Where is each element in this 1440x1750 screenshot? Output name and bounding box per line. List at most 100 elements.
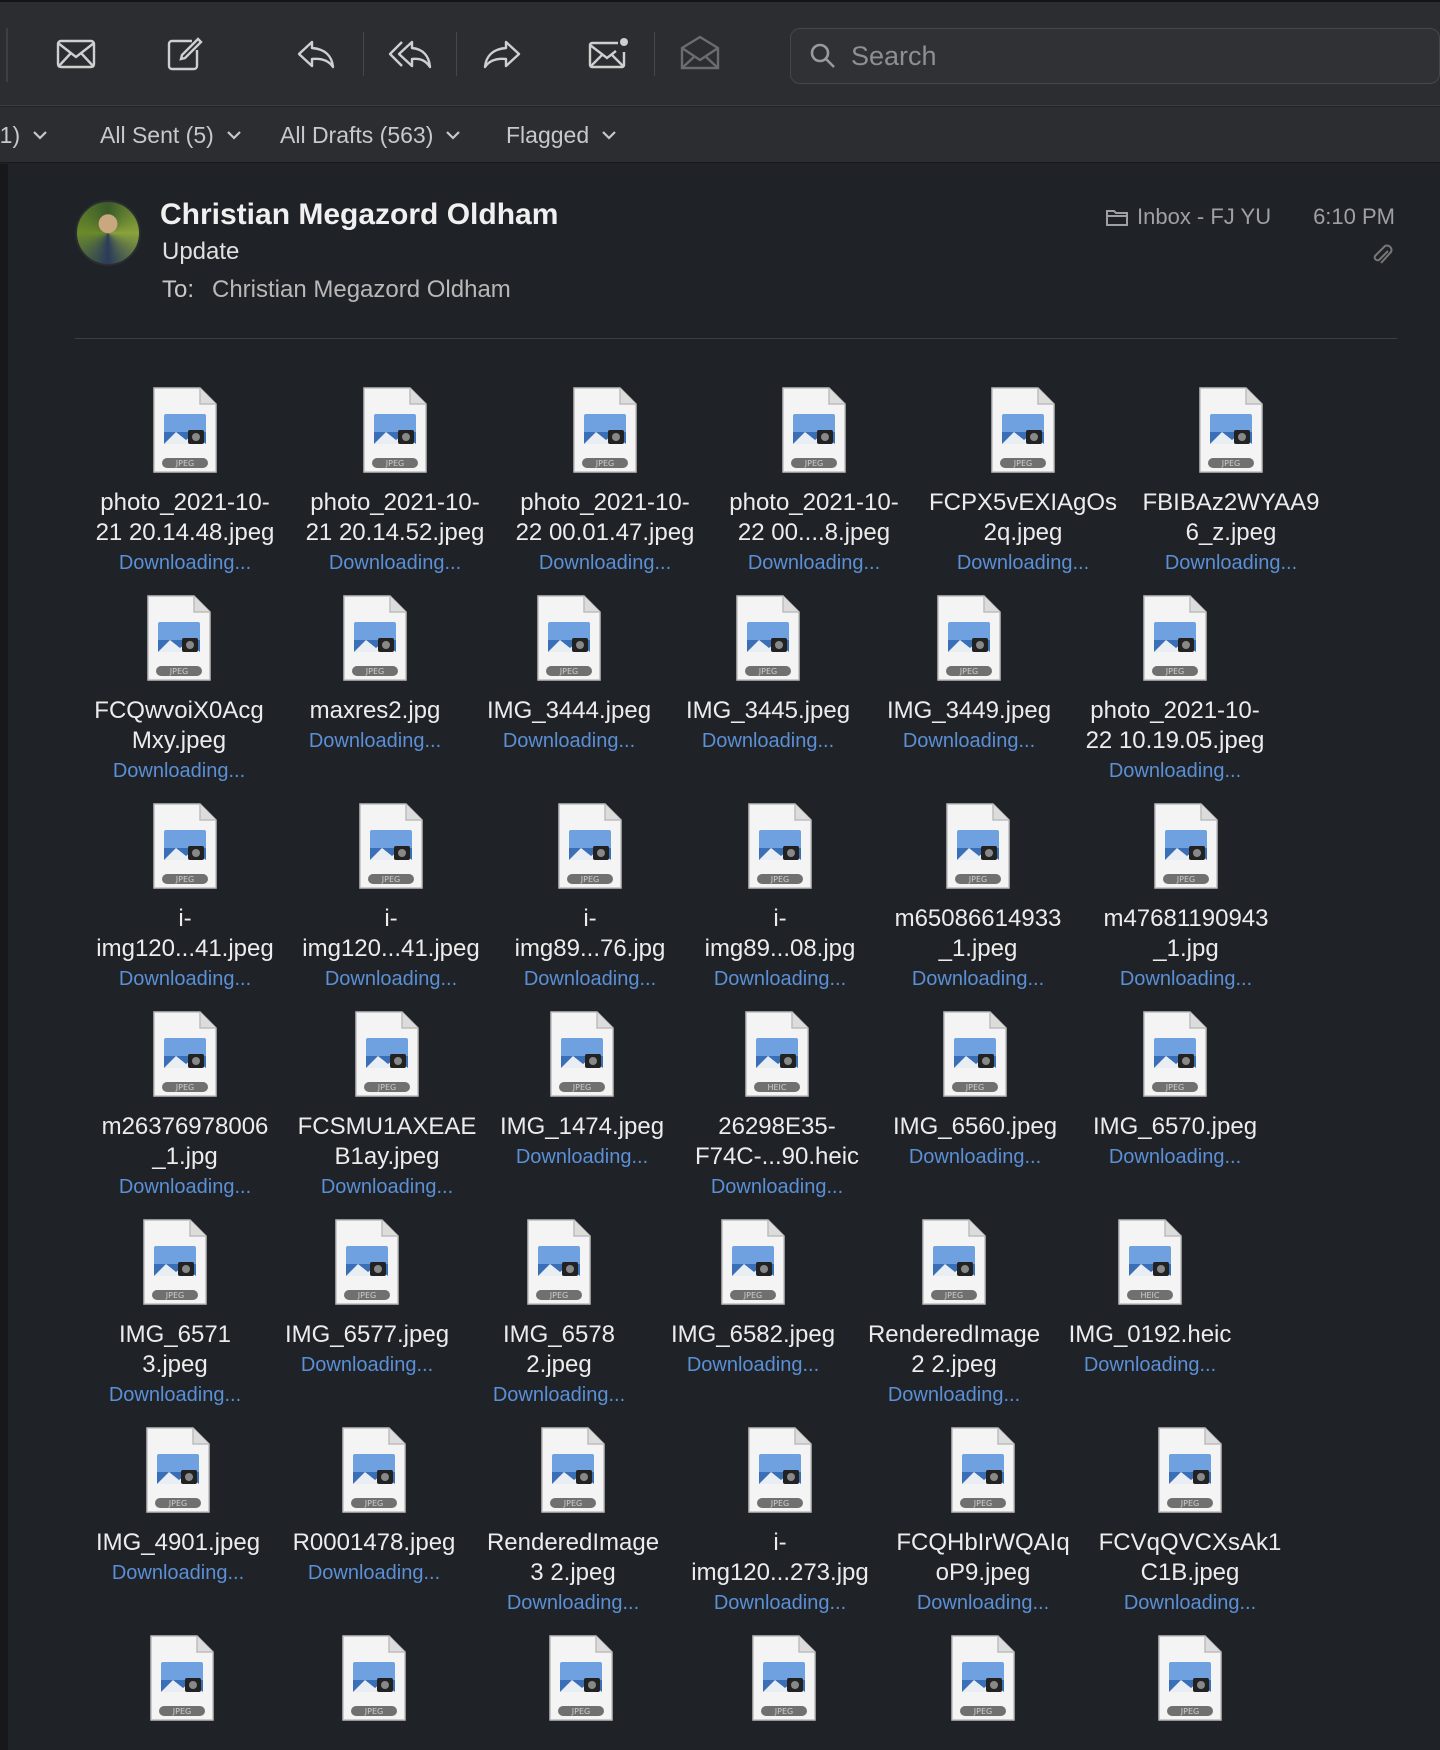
download-status: Downloading...: [492, 1384, 626, 1406]
svg-text:JPEG: JPEG: [381, 875, 400, 884]
attachment-item[interactable]: JPEG i- img89...08.jpg Downloading...: [670, 802, 890, 994]
attachment-item[interactable]: JPEG i- img120...41.jpeg Downloading...: [281, 802, 501, 994]
search-field[interactable]: [790, 28, 1440, 84]
attachment-item[interactable]: JPEG FCQHbIrWQAIq oP9.jpeg Downloading...: [873, 1426, 1093, 1618]
download-status: Downloading...: [300, 1354, 434, 1376]
download-status: Downloading...: [701, 730, 835, 752]
reply-button[interactable]: [288, 28, 344, 80]
image-file-icon: JPEG: [339, 1426, 409, 1514]
attachment-filename: m26376978006 _1.jpg: [101, 1113, 269, 1170]
download-status: Downloading...: [523, 968, 657, 990]
image-file-icon: JPEG: [940, 1010, 1010, 1098]
image-file-icon: JPEG: [332, 1218, 402, 1306]
download-status: Downloading...: [908, 1146, 1042, 1168]
favorite-all-drafts[interactable]: All Drafts (563): [280, 117, 461, 153]
attachment-item[interactable]: JPEG FBIBAz2WYAA9 6_z.jpeg Downloading...: [1121, 386, 1341, 578]
attachment-filename: IMG_6578 2.jpeg: [502, 1321, 616, 1378]
download-status: Downloading...: [118, 552, 252, 574]
attachment-item[interactable]: JPEG IMG_6577.jpeg Downloading...: [257, 1218, 477, 1380]
attachment-item[interactable]: JPEG IMG_6570.jpeg Downloading...: [1065, 1010, 1285, 1172]
attachment-item[interactable]: JPEG i- img120...273.jpg Downloading...: [670, 1426, 890, 1618]
image-file-icon: HEIC: [1115, 1218, 1185, 1306]
mark-unread-button[interactable]: [580, 28, 636, 80]
attachment-item[interactable]: JPEG IMG_6560.jpeg Downloading...: [865, 1010, 1085, 1172]
attachment-item[interactable]: JPEG photo_2021-10- 22 00....8.jpeg Downlo…: [704, 386, 924, 578]
favorite-flagged[interactable]: Flagged: [506, 117, 617, 153]
attachment-filename: IMG_0192.heic: [1068, 1321, 1232, 1348]
download-status: Downloading...: [324, 968, 458, 990]
svg-text:JPEG: JPEG: [1221, 459, 1240, 468]
attachment-filename: photo_2021-10- 21 20.14.52.jpeg: [305, 489, 485, 546]
attachment-item[interactable]: JPEG: [72, 1634, 292, 1736]
download-status: Downloading...: [1164, 552, 1298, 574]
download-status: Downloading...: [1108, 1146, 1242, 1168]
attachment-filename: IMG_3445.jpeg: [685, 697, 851, 724]
junk-button[interactable]: [672, 28, 728, 80]
svg-text:JPEG: JPEG: [385, 459, 404, 468]
image-file-icon: HEIC: [742, 1010, 812, 1098]
attachment-item[interactable]: JPEG: [1080, 1634, 1300, 1736]
attachment-item[interactable]: JPEG IMG_6582.jpeg Downloading...: [643, 1218, 863, 1380]
image-file-icon: JPEG: [1151, 802, 1221, 890]
attachment-filename: FCPX5vEXIAgOs 2q.jpeg: [928, 489, 1118, 546]
attachment-item[interactable]: JPEG IMG_4901.jpeg Downloading...: [68, 1426, 288, 1588]
attachment-item[interactable]: JPEG i- img89...76.jpg Downloading...: [480, 802, 700, 994]
search-icon: [810, 43, 835, 68]
attachment-item[interactable]: JPEG i- img120...41.jpeg Downloading...: [75, 802, 295, 994]
reply-all-button[interactable]: [382, 28, 438, 80]
attachment-filename: m47681190943 _1.jpg: [1103, 905, 1269, 962]
favorite-mailbox[interactable]: (1): [0, 117, 48, 153]
download-status: Downloading...: [1083, 1354, 1217, 1376]
forward-button[interactable]: [474, 28, 530, 80]
attachment-filename: 26298E35- F74C-...90.heic: [694, 1113, 860, 1170]
attachment-item[interactable]: JPEG: [264, 1634, 484, 1736]
attachment-item[interactable]: JPEG FCSMU1AXEAE B1ay.jpeg Downloading...: [277, 1010, 497, 1202]
attachment-item[interactable]: JPEG IMG_3449.jpeg Downloading...: [859, 594, 1079, 756]
favorite-all-sent[interactable]: All Sent (5): [100, 117, 242, 153]
image-file-icon: JPEG: [147, 1634, 217, 1722]
attachment-item[interactable]: JPEG photo_2021-10- 21 20.14.48.jpeg Downl…: [75, 386, 295, 578]
image-file-icon: JPEG: [524, 1218, 594, 1306]
attachment-item[interactable]: JPEG photo_2021-10- 22 00.01.47.jpeg Downl…: [495, 386, 715, 578]
svg-text:JPEG: JPEG: [571, 1707, 590, 1716]
attachment-item[interactable]: JPEG IMG_3445.jpeg Downloading...: [658, 594, 878, 756]
attachment-item[interactable]: JPEG maxres2.jpg Downloading...: [265, 594, 485, 756]
attachment-item[interactable]: JPEG m47681190943 _1.jpg Downloading...: [1076, 802, 1296, 994]
download-status: Downloading...: [320, 1176, 454, 1198]
attachment-item[interactable]: JPEG IMG_6578 2.jpeg Downloading...: [449, 1218, 669, 1410]
attachment-item[interactable]: JPEG FCPX5vEXIAgOs 2q.jpeg Downloading...: [913, 386, 1133, 578]
attachment-item[interactable]: JPEG: [873, 1634, 1093, 1736]
attachment-item[interactable]: HEIC 26298E35- F74C-...90.heic Downloading…: [667, 1010, 887, 1202]
search-input[interactable]: [851, 40, 1411, 72]
attachment-item[interactable]: JPEG IMG_6571 3.jpeg Downloading...: [65, 1218, 285, 1410]
attachment-item[interactable]: JPEG photo_2021-10- 22 10.19.05.jpeg Downl…: [1065, 594, 1285, 786]
attachment-filename: IMG_6560.jpeg: [892, 1113, 1058, 1140]
favorite-label: All Drafts (563): [280, 121, 434, 148]
attachment-item[interactable]: JPEG: [471, 1634, 691, 1736]
attachment-item[interactable]: JPEG m26376978006 _1.jpg Downloading...: [75, 1010, 295, 1202]
attachment-item[interactable]: JPEG: [674, 1634, 894, 1736]
svg-text:JPEG: JPEG: [770, 875, 789, 884]
image-file-icon: JPEG: [1140, 594, 1210, 682]
download-status: Downloading...: [111, 1562, 245, 1584]
attachment-item[interactable]: JPEG m65086614933 _1.jpeg Downloading...: [868, 802, 1088, 994]
recipient-name[interactable]: Christian Megazord Oldham: [212, 276, 511, 304]
svg-text:JPEG: JPEG: [365, 667, 384, 676]
attachment-item[interactable]: JPEG R0001478.jpeg Downloading...: [264, 1426, 484, 1588]
sender-name[interactable]: Christian Megazord Oldham: [160, 198, 558, 232]
attachment-item[interactable]: JPEG IMG_1474.jpeg Downloading...: [472, 1010, 692, 1172]
attachment-item[interactable]: JPEG RenderedImage 2 2.jpeg Downloading...: [844, 1218, 1064, 1410]
attachment-filename: IMG_6571 3.jpeg: [118, 1321, 232, 1378]
image-file-icon: JPEG: [140, 1218, 210, 1306]
get-mail-button[interactable]: [48, 28, 104, 80]
attachment-item[interactable]: HEIC IMG_0192.heic Downloading...: [1040, 1218, 1260, 1380]
attachment-item[interactable]: JPEG FCVqQVCXsAk1 C1B.jpeg Downloading...: [1080, 1426, 1300, 1618]
svg-text:JPEG: JPEG: [168, 1499, 187, 1508]
attachment-item[interactable]: JPEG FCQwvoiX0Acg Mxy.jpeg Downloading...: [69, 594, 289, 786]
favorite-label: (1): [0, 121, 21, 148]
attachment-item[interactable]: JPEG photo_2021-10- 21 20.14.52.jpeg Downl…: [285, 386, 505, 578]
download-status: Downloading...: [118, 968, 252, 990]
compose-button[interactable]: [156, 28, 212, 80]
attachment-item[interactable]: JPEG IMG_3444.jpeg Downloading...: [459, 594, 679, 756]
attachment-item[interactable]: JPEG RenderedImage 3 2.jpeg Downloading...: [463, 1426, 683, 1618]
